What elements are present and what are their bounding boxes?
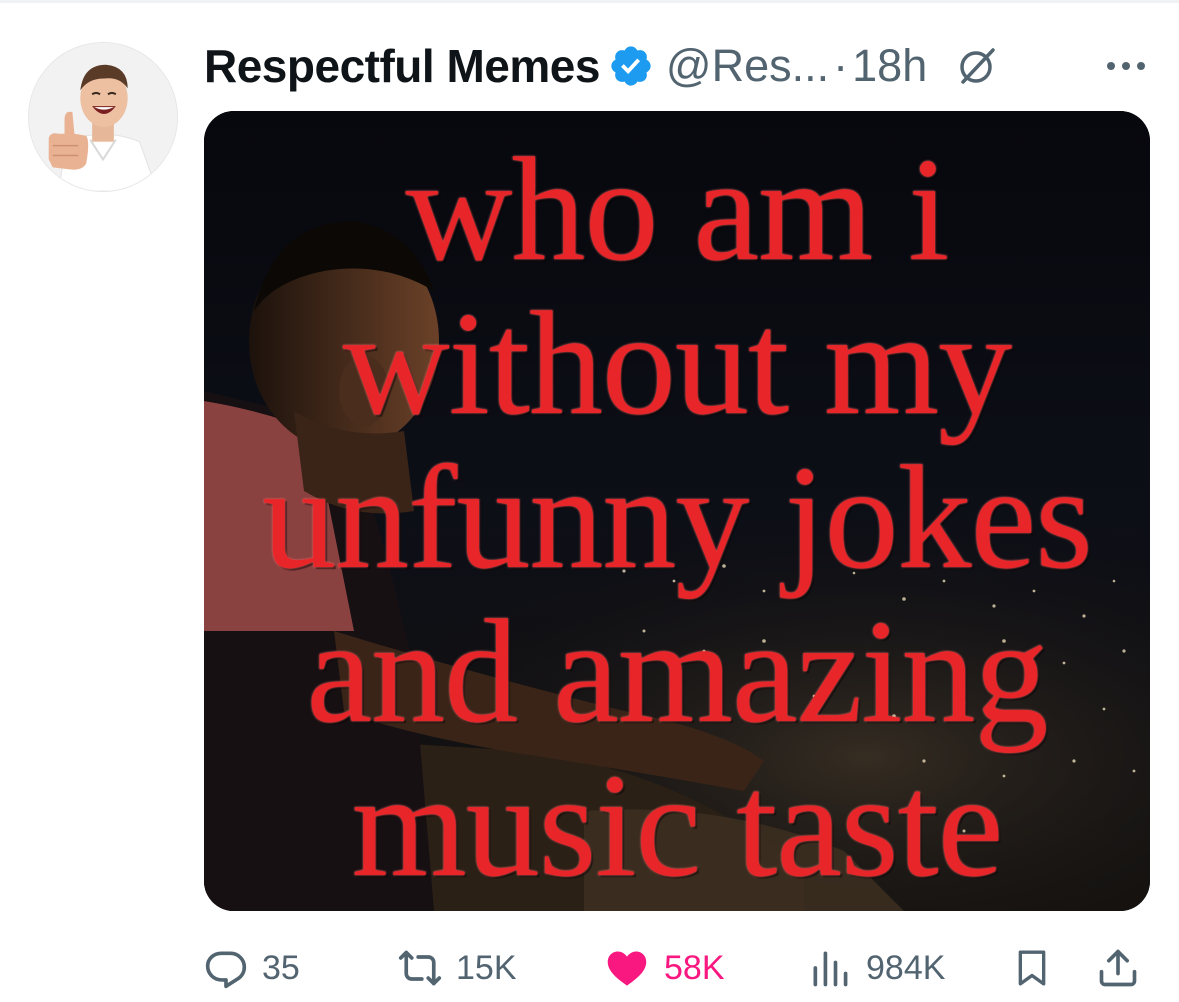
tweet-header: Respectful Memes @Res... · 18h bbox=[204, 36, 1149, 96]
repost-button[interactable]: 15K bbox=[398, 938, 517, 998]
meme-line: without my bbox=[342, 282, 1012, 446]
meme-line: music taste bbox=[351, 744, 1004, 908]
separator-dot: · bbox=[833, 40, 849, 91]
reply-icon bbox=[205, 951, 247, 989]
reply-button[interactable]: 35 bbox=[204, 938, 300, 998]
timestamp[interactable]: 18h bbox=[852, 40, 927, 92]
repost-icon bbox=[398, 950, 442, 986]
tweet[interactable]: Respectful Memes @Res... · 18h who am i … bbox=[0, 0, 1179, 1002]
bookmark-icon bbox=[1018, 950, 1046, 986]
views-button[interactable]: 984K bbox=[808, 938, 945, 998]
tweet-actions: 35 15K 58K 984K bbox=[204, 938, 1150, 998]
bookmark-button[interactable] bbox=[1012, 938, 1052, 998]
meme-line: who am i bbox=[405, 128, 950, 292]
views-count: 984K bbox=[866, 948, 946, 987]
like-button[interactable]: 58K bbox=[604, 938, 725, 998]
tweet-media[interactable]: who am i without my unfunny jokes and am… bbox=[204, 111, 1150, 911]
more-icon[interactable] bbox=[1103, 56, 1149, 76]
repost-count: 15K bbox=[456, 948, 517, 987]
display-name[interactable]: Respectful Memes bbox=[204, 39, 600, 93]
like-count: 58K bbox=[664, 948, 725, 987]
meme-line: and amazing bbox=[306, 590, 1049, 754]
views-icon bbox=[813, 951, 848, 987]
grok-icon[interactable] bbox=[955, 44, 999, 88]
meme-caption: who am i without my unfunny jokes and am… bbox=[204, 133, 1150, 903]
avatar[interactable] bbox=[28, 42, 178, 192]
verified-badge-icon bbox=[611, 46, 651, 86]
avatar-image bbox=[29, 43, 177, 191]
meme-line: unfunny jokes bbox=[262, 436, 1093, 600]
reply-count: 35 bbox=[262, 948, 300, 987]
author-handle[interactable]: @Res... bbox=[666, 40, 829, 92]
share-button[interactable] bbox=[1096, 938, 1140, 998]
share-icon bbox=[1099, 949, 1137, 987]
heart-icon bbox=[607, 951, 647, 986]
